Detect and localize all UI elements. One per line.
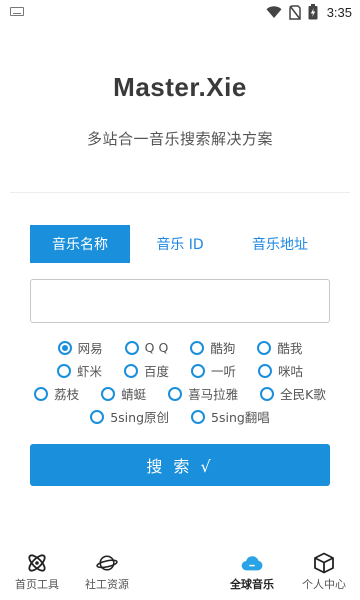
app-title: Master.Xie bbox=[113, 72, 247, 102]
tab-music-name[interactable]: 音乐名称 bbox=[30, 225, 130, 263]
wifi-icon bbox=[266, 5, 282, 18]
nav-label: 社工资源 bbox=[85, 578, 129, 591]
source-label: 5sing翻唱 bbox=[211, 410, 270, 425]
radio-icon[interactable] bbox=[101, 386, 116, 401]
tab-music-id[interactable]: 音乐 ID bbox=[130, 225, 230, 263]
source-label: 蜻蜓 bbox=[121, 387, 147, 402]
source-label: 咪咕 bbox=[278, 364, 304, 379]
source-option-baidu[interactable]: 百度 bbox=[123, 361, 169, 380]
tab-music-url[interactable]: 音乐地址 bbox=[230, 225, 330, 263]
source-label: 百度 bbox=[143, 364, 169, 379]
source-option-5sing-original[interactable]: 5sing原创 bbox=[90, 407, 169, 426]
no-sim-icon bbox=[288, 4, 301, 20]
source-option-5sing-cover[interactable]: 5sing翻唱 bbox=[191, 407, 270, 426]
radio-icon[interactable] bbox=[260, 386, 275, 401]
status-time: 3:35 bbox=[326, 4, 352, 20]
planet-icon bbox=[96, 552, 118, 574]
radio-icon[interactable] bbox=[56, 363, 71, 378]
source-label: 荔枝 bbox=[54, 387, 80, 402]
source-row: 荔枝 蜻蜓 喜马拉雅 全民K歌 bbox=[0, 382, 360, 405]
status-icons: 3:35 bbox=[266, 3, 352, 21]
search-input[interactable] bbox=[30, 279, 330, 323]
cube-icon bbox=[313, 552, 335, 574]
nav-item-personal-center[interactable]: 个人中心 bbox=[279, 544, 360, 600]
source-label: 喜马拉雅 bbox=[188, 387, 239, 402]
app-subtitle: 多站合一音乐搜索解决方案 bbox=[86, 130, 273, 148]
search-button[interactable]: 搜 索 √ bbox=[30, 444, 330, 486]
radio-icon[interactable] bbox=[123, 363, 138, 378]
nav-item-social-resources[interactable]: 社工资源 bbox=[62, 544, 152, 600]
radio-icon[interactable] bbox=[191, 409, 205, 424]
source-label: 酷狗 bbox=[210, 341, 236, 356]
source-label: Q Q bbox=[144, 340, 169, 355]
radio-icon[interactable] bbox=[190, 340, 205, 355]
radio-checked-icon[interactable] bbox=[57, 340, 72, 355]
source-option-migu[interactable]: 咪咕 bbox=[258, 361, 303, 380]
radio-icon[interactable] bbox=[191, 363, 205, 378]
radio-icon[interactable] bbox=[90, 409, 105, 424]
source-option-quanmin-kge[interactable]: 全民K歌 bbox=[260, 384, 326, 403]
source-label: 一听 bbox=[211, 364, 237, 379]
search-mode-tabs: 音乐名称 音乐 ID 音乐地址 bbox=[30, 225, 330, 263]
bottom-nav: 首页工具 社工资源 全球音乐 个人中心 bbox=[0, 544, 360, 600]
radio-icon[interactable] bbox=[257, 340, 272, 355]
radio-icon[interactable] bbox=[258, 363, 273, 378]
radio-icon[interactable] bbox=[124, 340, 139, 355]
source-option-netease[interactable]: 网易 bbox=[57, 338, 103, 357]
source-option-qingting[interactable]: 蜻蜓 bbox=[101, 384, 146, 403]
nav-label: 全球音乐 bbox=[230, 578, 274, 591]
source-option-ximalaya[interactable]: 喜马拉雅 bbox=[168, 384, 238, 403]
divider bbox=[10, 192, 350, 193]
source-option-qq[interactable]: Q Q bbox=[124, 340, 169, 355]
atom-icon bbox=[26, 552, 48, 574]
source-label: 酷我 bbox=[277, 341, 303, 356]
source-radio-group: 网易 Q Q 酷狗 酷我 虾米 百度 一听 咪咕 荔枝 蜻蜓 喜马拉雅 全民K歌… bbox=[0, 336, 360, 428]
cloud-icon bbox=[241, 552, 263, 574]
nav-label: 首页工具 bbox=[15, 578, 59, 591]
nav-label: 个人中心 bbox=[302, 578, 346, 591]
source-option-kuwo[interactable]: 酷我 bbox=[257, 338, 302, 357]
source-label: 5sing原创 bbox=[110, 410, 169, 425]
radio-icon[interactable] bbox=[34, 386, 49, 401]
battery-charging-icon bbox=[308, 4, 318, 20]
keyboard-icon bbox=[10, 7, 24, 16]
source-label: 网易 bbox=[77, 341, 103, 356]
source-option-yiting[interactable]: 一听 bbox=[191, 361, 236, 380]
status-bar: 3:35 bbox=[0, 0, 360, 24]
source-label: 全民K歌 bbox=[280, 387, 326, 402]
source-label: 虾米 bbox=[76, 364, 102, 379]
source-row: 虾米 百度 一听 咪咕 bbox=[0, 359, 360, 382]
radio-icon[interactable] bbox=[168, 386, 183, 401]
source-row: 5sing原创 5sing翻唱 bbox=[0, 405, 360, 428]
source-option-lizhi[interactable]: 荔枝 bbox=[34, 384, 79, 403]
source-option-kugou[interactable]: 酷狗 bbox=[190, 338, 235, 357]
source-option-xiami[interactable]: 虾米 bbox=[56, 361, 102, 380]
source-row: 网易 Q Q 酷狗 酷我 bbox=[0, 336, 360, 359]
